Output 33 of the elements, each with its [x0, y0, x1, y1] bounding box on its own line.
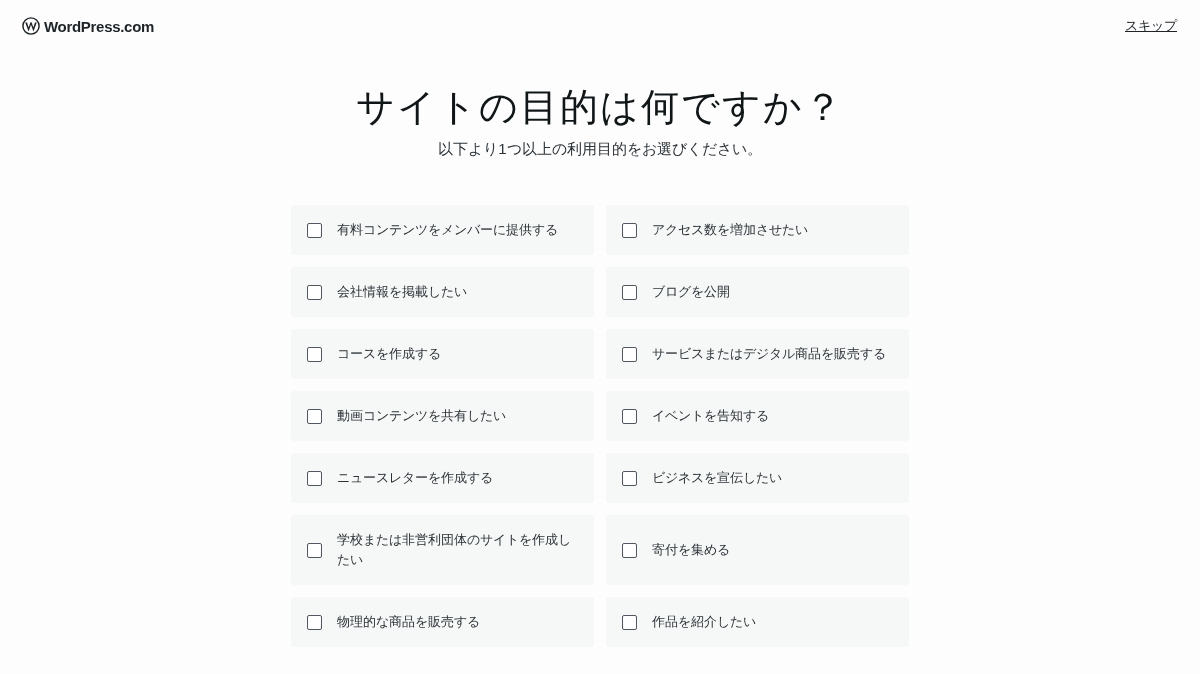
goal-option[interactable]: 有料コンテンツをメンバーに提供する	[291, 205, 594, 255]
checkbox[interactable]	[622, 408, 637, 424]
skip-link[interactable]: スキップ	[1125, 17, 1177, 35]
page-subtitle: 以下より1つ以上の利用目的をお選びください。	[437, 139, 763, 159]
goal-option[interactable]: 学校または非営利団体のサイトを作成したい	[291, 515, 594, 585]
goal-option[interactable]: ニュースレターを作成する	[291, 453, 594, 503]
goal-option[interactable]: 物理的な商品を販売する	[291, 597, 594, 647]
checkbox[interactable]	[307, 222, 322, 238]
checkbox[interactable]	[307, 470, 322, 486]
goal-option[interactable]: イベントを告知する	[606, 391, 909, 441]
checkbox[interactable]	[622, 222, 637, 238]
checkbox[interactable]	[307, 284, 322, 300]
goal-option[interactable]: 作品を紹介したい	[606, 597, 909, 647]
checkbox[interactable]	[307, 408, 322, 424]
goal-option[interactable]: ビジネスを宣伝したい	[606, 453, 909, 503]
goal-option[interactable]: 寄付を集める	[606, 515, 909, 585]
brand-name: WordPress.com	[44, 17, 155, 35]
goal-option[interactable]: サービスまたはデジタル商品を販売する	[606, 329, 909, 379]
checkbox[interactable]	[622, 470, 637, 486]
checkbox[interactable]	[307, 614, 322, 630]
checkbox[interactable]	[622, 614, 637, 630]
goal-option[interactable]: ブログを公開	[606, 267, 909, 317]
page-title: サイトの目的は何ですか？	[355, 85, 845, 130]
checkbox[interactable]	[622, 542, 637, 558]
goal-option[interactable]: コースを作成する	[291, 329, 594, 379]
goal-option[interactable]: 動画コンテンツを共有したい	[291, 391, 594, 441]
logo-icon	[22, 17, 40, 35]
goal-option[interactable]: アクセス数を増加させたい	[606, 205, 909, 255]
checkbox[interactable]	[622, 346, 637, 362]
checkbox[interactable]	[307, 346, 322, 362]
goal-option[interactable]: 会社情報を掲載したい	[291, 267, 594, 317]
checkbox[interactable]	[622, 284, 637, 300]
checkbox[interactable]	[307, 542, 322, 558]
